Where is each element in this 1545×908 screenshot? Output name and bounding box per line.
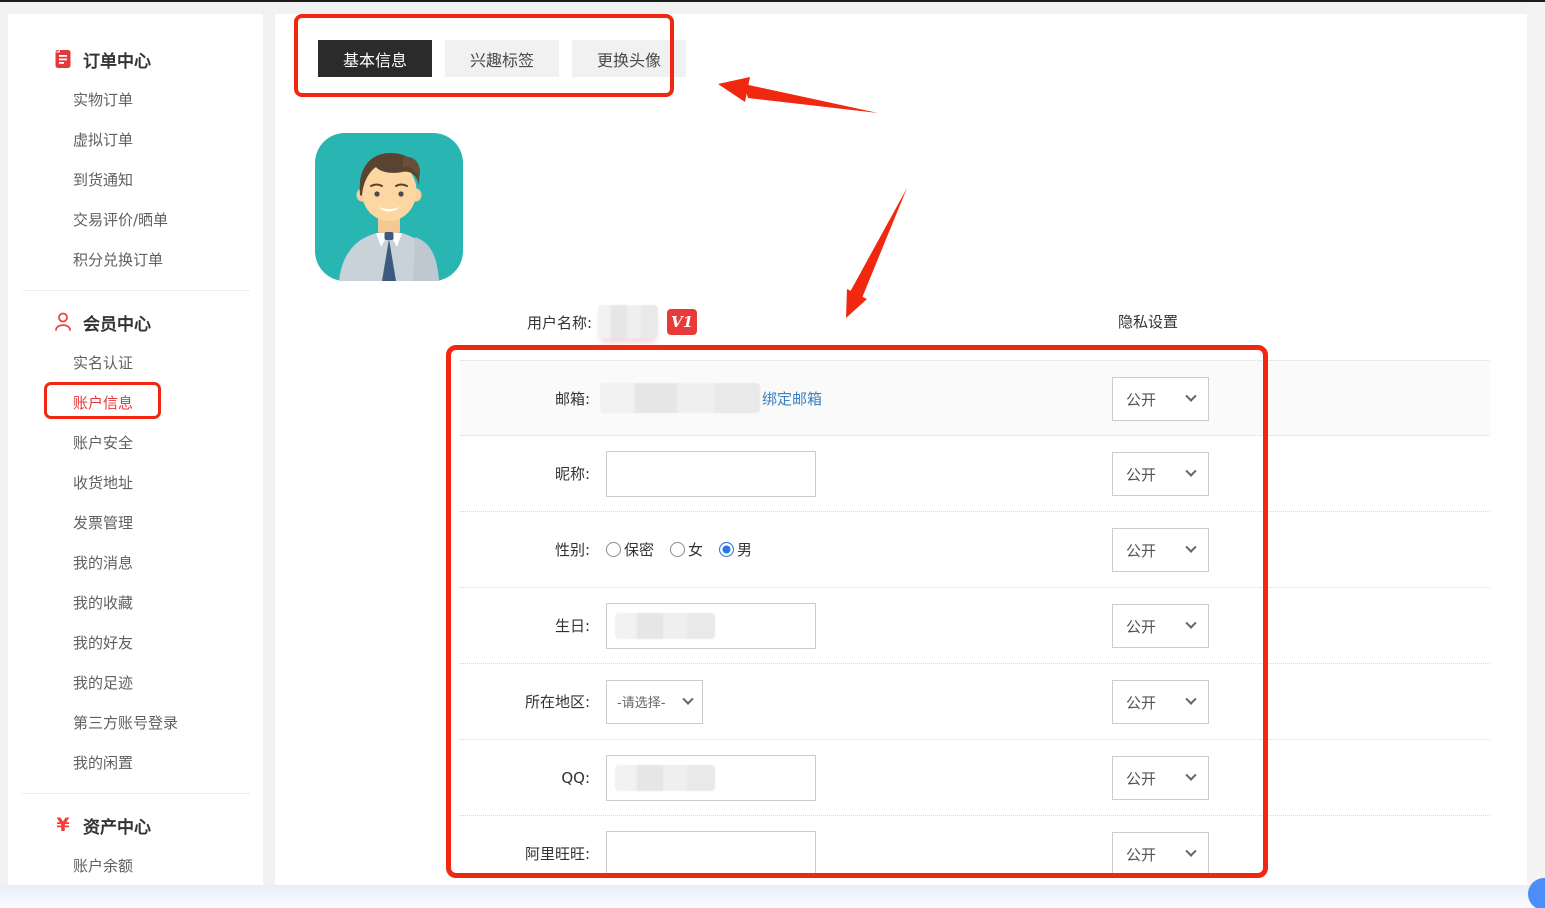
sidebar-item-my-messages[interactable]: 我的消息 xyxy=(8,543,263,583)
window-top-edge xyxy=(0,0,1545,2)
qq-input[interactable] xyxy=(606,755,816,801)
sidebar-item-my-footprints[interactable]: 我的足迹 xyxy=(8,663,263,703)
sidebar-item-virtual-orders[interactable]: 虚拟订单 xyxy=(8,120,263,160)
sidebar-item-my-friends[interactable]: 我的好友 xyxy=(8,623,263,663)
sidebar-item-account-balance[interactable]: 账户余额 xyxy=(8,846,263,885)
form-row-aliwangwang: 阿里旺旺: 公开 xyxy=(460,816,1490,885)
chevron-down-icon xyxy=(682,693,693,704)
chevron-down-icon xyxy=(1185,391,1196,402)
sidebar-divider xyxy=(22,290,249,291)
form-row-gender: 性别: 保密 女 男 公开 xyxy=(460,512,1490,588)
form-row-nickname: 昵称: 公开 xyxy=(460,436,1490,512)
radio-label: 男 xyxy=(737,539,752,560)
sidebar-item-my-favorites[interactable]: 我的收藏 xyxy=(8,583,263,623)
email-privacy-select[interactable]: 公开 xyxy=(1112,377,1209,421)
gender-radio-female[interactable]: 女 xyxy=(670,539,703,560)
aliwangwang-label: 阿里旺旺: xyxy=(460,843,590,864)
privacy-value: 公开 xyxy=(1126,464,1156,485)
gender-radio-male[interactable]: 男 xyxy=(719,539,752,560)
sidebar-section-assets[interactable]: ¥ 资产中心 xyxy=(8,804,263,846)
birthday-label: 生日: xyxy=(460,615,590,636)
aliwangwang-input[interactable] xyxy=(606,831,816,877)
privacy-value: 公开 xyxy=(1126,768,1156,789)
tab-basic-info[interactable]: 基本信息 xyxy=(318,40,432,77)
form-row-qq: QQ: 公开 xyxy=(460,740,1490,816)
radio-checked-icon xyxy=(719,542,734,557)
sidebar-section-member[interactable]: 会员中心 xyxy=(8,301,263,343)
region-select-value: -请选择- xyxy=(617,692,665,711)
sidebar-item-arrival-notice[interactable]: 到货通知 xyxy=(8,160,263,200)
birthday-redacted-value xyxy=(615,613,715,639)
order-icon xyxy=(53,49,73,69)
qq-label: QQ: xyxy=(460,769,590,787)
chevron-down-icon xyxy=(1185,542,1196,553)
form-row-email: 邮箱: 绑定邮箱 公开 xyxy=(460,360,1490,436)
sidebar-section-title: 会员中心 xyxy=(83,310,151,335)
chevron-down-icon xyxy=(1185,618,1196,629)
email-label: 邮箱: xyxy=(460,388,590,409)
privacy-value: 公开 xyxy=(1126,540,1156,561)
sidebar-item-account-info[interactable]: 账户信息 xyxy=(8,383,263,423)
birthday-privacy-select[interactable]: 公开 xyxy=(1112,604,1209,648)
email-redacted-value xyxy=(600,383,760,413)
nickname-input[interactable] xyxy=(606,451,816,497)
vip-level-badge: V1 xyxy=(667,309,697,335)
radio-label: 保密 xyxy=(624,539,654,560)
privacy-value: 公开 xyxy=(1126,844,1156,865)
form-row-region: 所在地区: -请选择- 公开 xyxy=(460,664,1490,740)
sidebar-item-shipping-address[interactable]: 收货地址 xyxy=(8,463,263,503)
chevron-down-icon xyxy=(1185,694,1196,705)
page-right-gutter xyxy=(1527,2,1545,885)
sidebar-item-points-orders[interactable]: 积分兑换订单 xyxy=(8,240,263,280)
gender-radio-secret[interactable]: 保密 xyxy=(606,539,654,560)
sidebar-item-realname-auth[interactable]: 实名认证 xyxy=(8,343,263,383)
chevron-down-icon xyxy=(1185,466,1196,477)
nickname-label: 昵称: xyxy=(460,463,590,484)
birthday-input[interactable] xyxy=(606,603,816,649)
privacy-value: 公开 xyxy=(1126,692,1156,713)
sidebar-item-reviews[interactable]: 交易评价/晒单 xyxy=(8,200,263,240)
region-select[interactable]: -请选择- xyxy=(606,680,703,724)
aliwangwang-privacy-select[interactable]: 公开 xyxy=(1112,832,1209,876)
region-privacy-select[interactable]: 公开 xyxy=(1112,680,1209,724)
radio-icon xyxy=(670,542,685,557)
account-info-form: 邮箱: 绑定邮箱 公开 昵称: 公开 性别: xyxy=(460,360,1490,885)
sidebar-item-account-security[interactable]: 账户安全 xyxy=(8,423,263,463)
sidebar-item-physical-orders[interactable]: 实物订单 xyxy=(8,80,263,120)
sidebar: 订单中心 实物订单 虚拟订单 到货通知 交易评价/晒单 积分兑换订单 会员中心 … xyxy=(8,14,263,885)
sidebar-section-title: 资产中心 xyxy=(83,813,151,838)
sidebar-item-third-party-login[interactable]: 第三方账号登录 xyxy=(8,703,263,743)
main-content: 基本信息 兴趣标签 更换头像 用户名称: V1 隐私设置 xyxy=(275,14,1527,885)
gender-label: 性别: xyxy=(460,539,590,560)
bind-email-link[interactable]: 绑定邮箱 xyxy=(762,388,822,409)
page-bottom-strip xyxy=(0,885,1545,908)
chevron-down-icon xyxy=(1185,770,1196,781)
tab-change-avatar[interactable]: 更换头像 xyxy=(572,40,686,77)
qq-redacted-value xyxy=(615,765,715,791)
privacy-value: 公开 xyxy=(1126,389,1156,410)
sidebar-divider xyxy=(22,793,249,794)
yen-icon: ¥ xyxy=(53,815,73,835)
chevron-down-icon xyxy=(1185,846,1196,857)
sidebar-item-invoice-management[interactable]: 发票管理 xyxy=(8,503,263,543)
radio-icon xyxy=(606,542,621,557)
qq-privacy-select[interactable]: 公开 xyxy=(1112,756,1209,800)
sidebar-section-title: 订单中心 xyxy=(83,47,151,72)
username-label: 用户名称: xyxy=(497,310,592,336)
sidebar-item-my-idle[interactable]: 我的闲置 xyxy=(8,743,263,783)
tab-bar: 基本信息 兴趣标签 更换头像 xyxy=(318,40,686,77)
gender-privacy-select[interactable]: 公开 xyxy=(1112,528,1209,572)
member-icon xyxy=(53,312,73,332)
privacy-value: 公开 xyxy=(1126,616,1156,637)
tab-interest-tags[interactable]: 兴趣标签 xyxy=(445,40,559,77)
form-row-birthday: 生日: 公开 xyxy=(460,588,1490,664)
nickname-privacy-select[interactable]: 公开 xyxy=(1112,452,1209,496)
radio-label: 女 xyxy=(688,539,703,560)
username-redacted-value xyxy=(598,305,658,339)
sidebar-section-orders[interactable]: 订单中心 xyxy=(8,38,263,80)
region-label: 所在地区: xyxy=(460,691,590,712)
avatar xyxy=(315,133,463,281)
privacy-settings-header: 隐私设置 xyxy=(1118,311,1178,332)
